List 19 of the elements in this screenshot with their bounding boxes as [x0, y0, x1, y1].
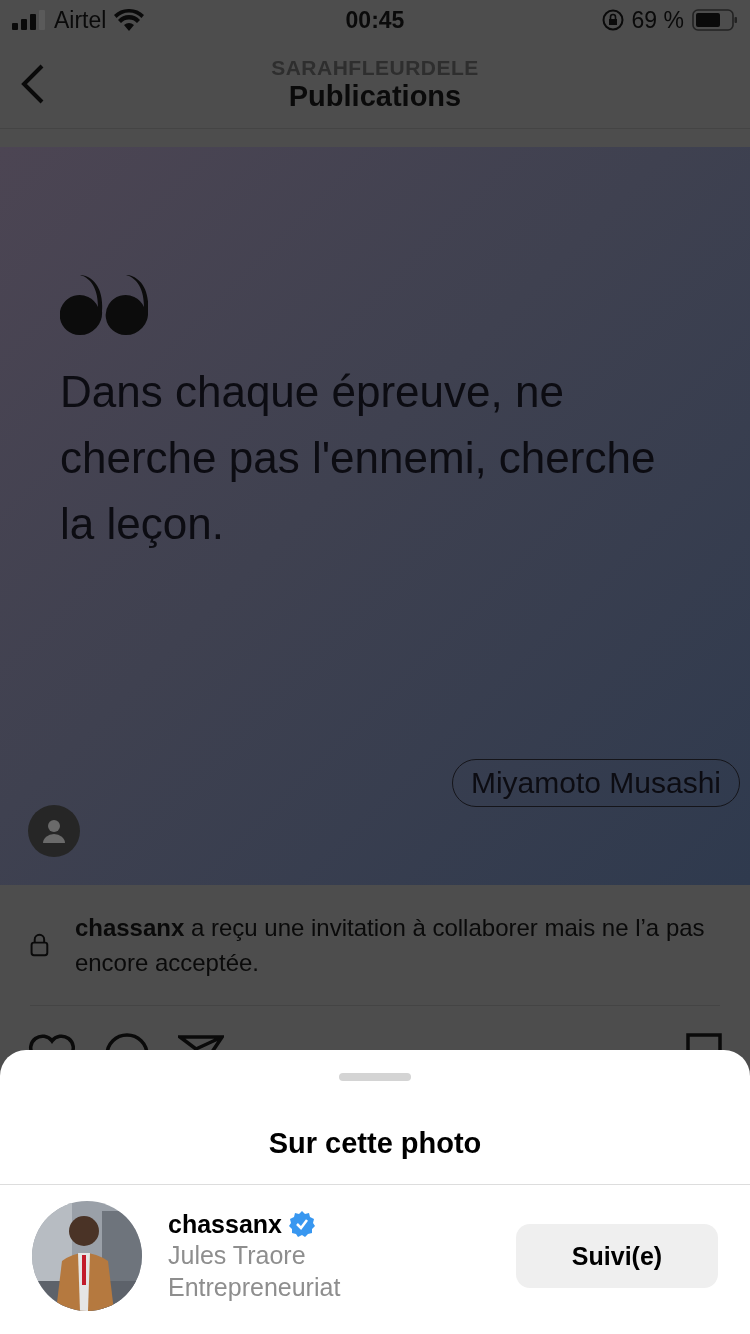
- collab-notice: chassanx a reçu une invitation à collaborer mais ne l’a pas encore acceptée.: [74, 913, 706, 978]
- username[interactable]: chassanx: [168, 1209, 282, 1239]
- quote-icon: [60, 275, 148, 335]
- wifi-icon: [114, 9, 145, 31]
- following-button[interactable]: Suivi(e): [516, 1224, 718, 1288]
- battery-percent: 69 %: [631, 6, 684, 34]
- rotation-lock-icon: [601, 9, 624, 31]
- battery-icon: [692, 9, 738, 31]
- tagged-people-button[interactable]: [28, 805, 80, 857]
- page-title: Publications: [288, 79, 462, 113]
- person-icon: [43, 819, 65, 843]
- signal-icon: [12, 10, 46, 30]
- full-name: Jules Traore: [168, 1239, 307, 1271]
- sheet-title: Sur cette photo: [0, 1081, 750, 1185]
- clock-time: 00:45: [345, 6, 405, 34]
- category-label: Entrepreneuriat: [168, 1271, 342, 1303]
- carrier-name: Airtel: [54, 6, 107, 34]
- quote-text: Dans chaque épreuve, ne cherche pas l'ennemi, cherche la leçon.: [60, 366, 657, 550]
- sheet-handle[interactable]: [339, 1073, 411, 1081]
